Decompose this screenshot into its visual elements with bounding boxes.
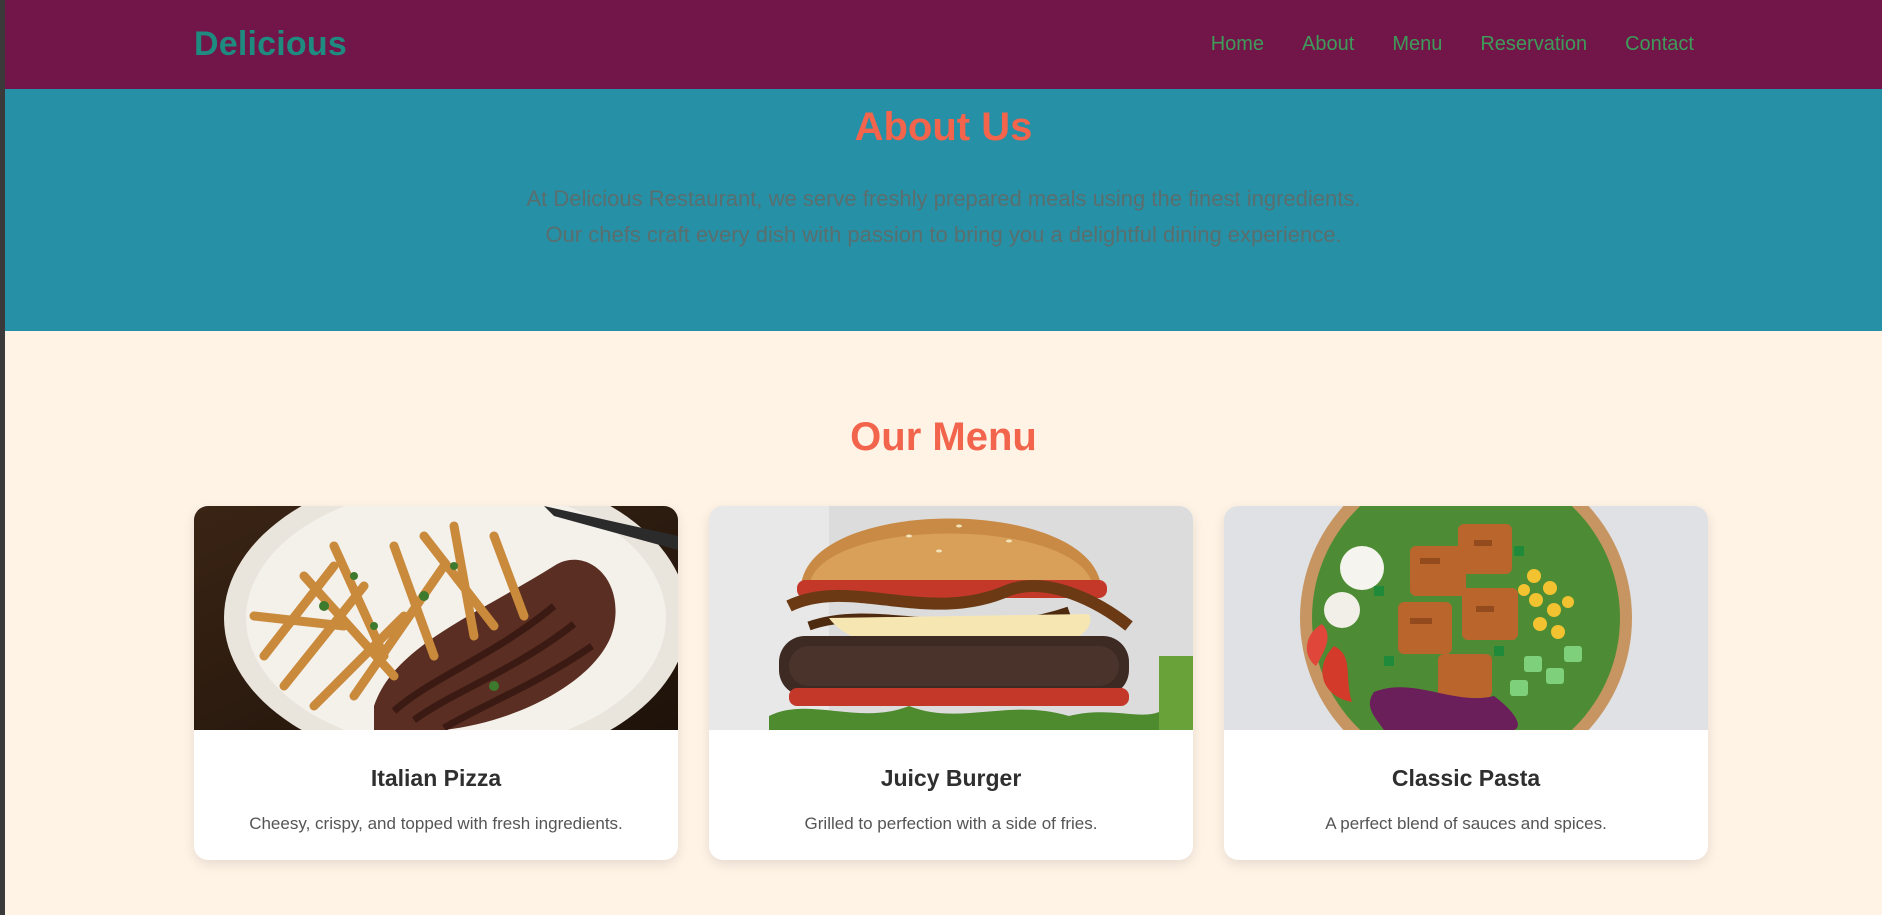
about-section: About Us At Delicious Restaurant, we ser… — [5, 89, 1882, 331]
card-title: Classic Pasta — [1391, 765, 1541, 791]
nav-link-contact[interactable]: Contact — [1625, 33, 1694, 56]
window-left-edge — [0, 0, 5, 915]
menu-card-classic-pasta[interactable]: Classic Pasta A perfect blend of sauces … — [1224, 506, 1708, 860]
about-text-line-1: At Delicious Restaurant, we serve freshl… — [526, 186, 1361, 211]
nav-link-menu[interactable]: Menu — [1392, 33, 1442, 56]
about-text: At Delicious Restaurant, we serve freshl… — [5, 181, 1882, 253]
about-text-line-2: Our chefs craft every dish with passion … — [545, 222, 1342, 247]
navbar: Delicious Home About Menu Reservation Co… — [5, 0, 1882, 89]
page: Delicious Home About Menu Reservation Co… — [5, 0, 1882, 915]
card-description: Grilled to perfection with a side of fri… — [804, 814, 1098, 833]
card-title: Juicy Burger — [880, 765, 1022, 791]
nav-link-home[interactable]: Home — [1211, 33, 1264, 56]
nav-links: Home About Menu Reservation Contact — [1211, 33, 1694, 56]
nav-link-reservation[interactable]: Reservation — [1480, 33, 1587, 56]
menu-card-italian-pizza[interactable]: Italian Pizza Cheesy, crispy, and topped… — [194, 506, 678, 860]
card-description: A perfect blend of sauces and spices. — [1325, 814, 1607, 833]
site-logo[interactable]: Delicious — [194, 25, 347, 64]
salad-bowl-photo-icon — [1224, 506, 1708, 730]
card-title: Italian Pizza — [370, 765, 502, 791]
menu-cards: Italian Pizza Cheesy, crispy, and topped… — [5, 506, 1882, 860]
card-description: Cheesy, crispy, and topped with fresh in… — [249, 814, 623, 833]
menu-card-juicy-burger[interactable]: Juicy Burger Grilled to perfection with … — [709, 506, 1193, 860]
burger-photo-icon — [709, 506, 1193, 730]
steak-fries-photo-icon — [194, 506, 678, 730]
about-title: About Us — [854, 105, 1033, 149]
menu-section: Our Menu Italian Pizza Cheesy, crispy, a… — [5, 331, 1882, 860]
nav-link-about[interactable]: About — [1302, 33, 1354, 56]
menu-title: Our Menu — [850, 415, 1037, 459]
